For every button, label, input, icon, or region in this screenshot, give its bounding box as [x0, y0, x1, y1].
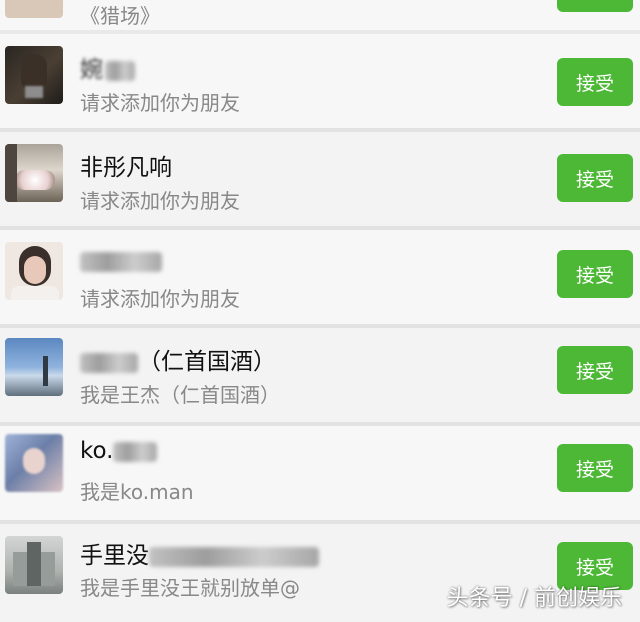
contact-name: 手里没: [80, 536, 319, 570]
redaction-blur: [113, 441, 158, 462]
contact-name: 婉: [80, 50, 135, 84]
redaction-blur: [149, 546, 319, 567]
accept-button[interactable]: 接受: [557, 346, 633, 394]
request-message: 请求添加你为朋友: [80, 91, 240, 115]
list-item[interactable]: 婉 请求添加你为朋友 接受: [0, 34, 640, 128]
request-message: 请求添加你为朋友: [80, 189, 240, 213]
list-item[interactable]: （仁首国酒） 我是王杰（仁首国酒） 接受: [0, 328, 640, 422]
watermark-text: 头条号 / 前创娱乐: [446, 586, 622, 611]
flowers-avatar: [5, 144, 63, 202]
accept-button[interactable]: 接受: [557, 444, 633, 492]
redaction-blur: [80, 251, 162, 272]
landscape-avatar: [5, 338, 63, 396]
accept-button[interactable]: 接受: [557, 250, 633, 298]
building-avatar: [5, 536, 63, 594]
accept-button[interactable]: 接受: [557, 154, 633, 202]
friend-request-list: 《猎场》 婉 请求添加你为朋友 接受 非彤凡响 请求添加你为朋友 接受 请求添加…: [0, 0, 640, 622]
woman-portrait-avatar: [5, 242, 63, 300]
contact-name: （仁首国酒）: [80, 342, 276, 376]
blurred-avatar: [5, 434, 63, 492]
request-message: 我是ko.man: [80, 480, 194, 504]
list-item[interactable]: 请求添加你为朋友 接受: [0, 230, 640, 324]
request-message: 我是王杰（仁首国酒）: [80, 383, 280, 407]
request-message: 《猎场》: [80, 4, 160, 28]
list-item[interactable]: ko. 我是ko.man 接受: [0, 426, 640, 520]
list-item[interactable]: 《猎场》: [0, 0, 640, 30]
contact-name: 非彤凡响: [80, 155, 172, 181]
contact-name: [80, 248, 162, 274]
portrait-dark-avatar: [5, 46, 63, 104]
request-message: 请求添加你为朋友: [80, 287, 240, 311]
redaction-blur: [105, 60, 135, 81]
accept-button[interactable]: [557, 0, 633, 12]
contact-name: ko.: [80, 438, 158, 464]
list-item[interactable]: 非彤凡响 请求添加你为朋友 接受: [0, 132, 640, 226]
request-message: 我是手里没王就别放单@: [80, 576, 300, 600]
redaction-blur: [80, 352, 138, 373]
accept-button[interactable]: 接受: [557, 58, 633, 106]
avatar: [5, 0, 63, 18]
